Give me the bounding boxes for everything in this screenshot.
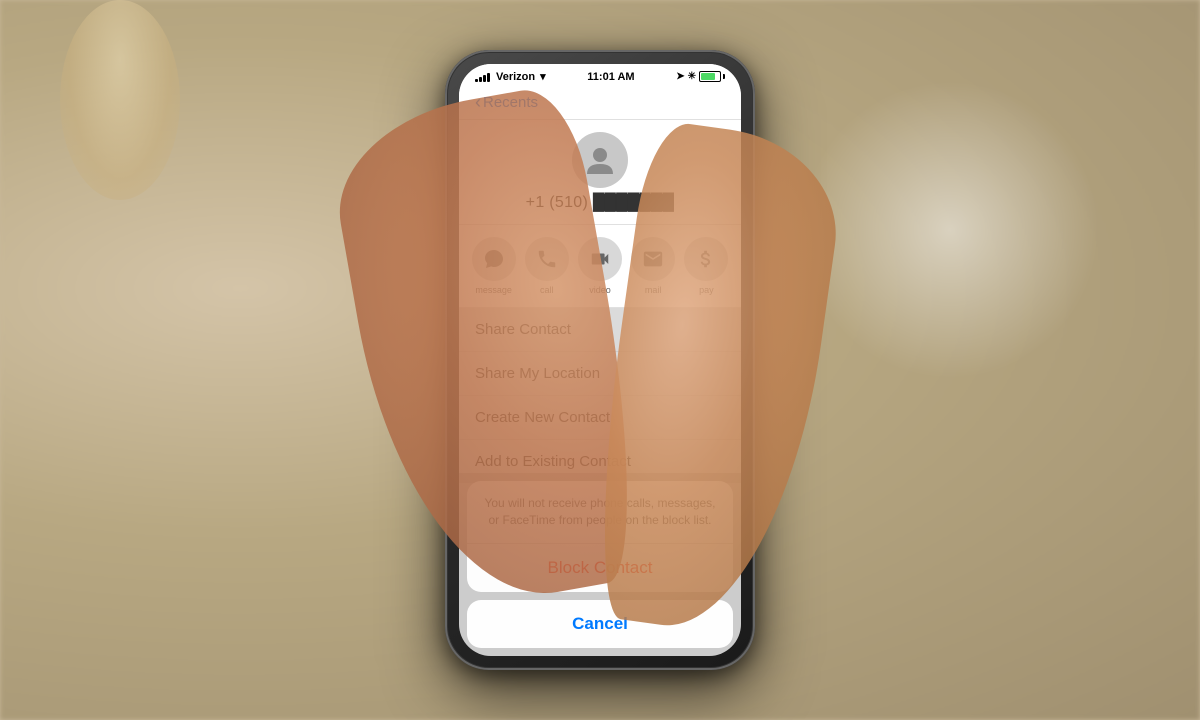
signal-bar-3 [483,75,486,82]
carrier-name: Verizon [496,71,535,83]
avatar-icon [582,142,618,178]
battery-icon [699,71,725,82]
battery-body [699,71,721,82]
wifi-icon: ▾ [540,70,546,83]
status-bar: Verizon ▾ 11:01 AM ➤ ✳ [459,64,741,87]
status-left: Verizon ▾ [475,70,546,83]
phone-device: Verizon ▾ 11:01 AM ➤ ✳ [445,50,755,670]
signal-bar-2 [479,77,482,82]
battery-fill [701,73,715,80]
battery-tip [723,74,725,79]
background-lamp [60,0,180,200]
status-right: ➤ ✳ [676,71,725,82]
location-icon: ➤ [676,71,684,82]
status-time: 11:01 AM [587,71,634,83]
signal-bar-1 [475,79,478,82]
background-light [800,80,1100,380]
signal-icon [475,71,490,82]
signal-bar-4 [487,73,490,82]
bluetooth-icon: ✳ [688,71,696,82]
